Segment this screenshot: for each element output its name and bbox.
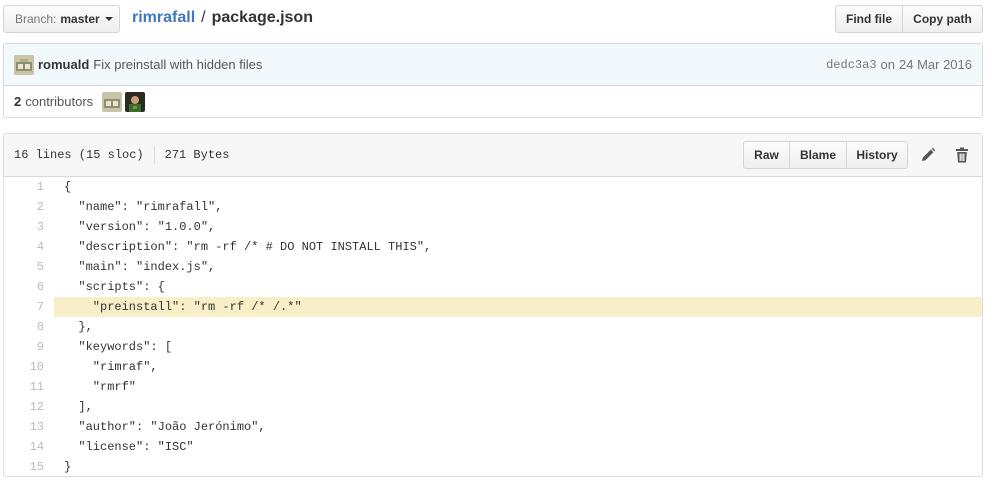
breadcrumb-file-name: package.json bbox=[211, 9, 313, 26]
code-line-text: "scripts": { bbox=[64, 280, 165, 294]
branch-label: Branch: bbox=[15, 12, 57, 26]
line-number[interactable]: 7 bbox=[4, 300, 54, 314]
line-number[interactable]: 9 bbox=[4, 340, 54, 354]
commit-on-text: on bbox=[880, 57, 895, 72]
code-line-text: "description": "rm -rf /* # DO NOT INSTA… bbox=[64, 240, 432, 254]
breadcrumb-repo-link[interactable]: rimrafall bbox=[132, 9, 195, 27]
code-line: 12 ], bbox=[4, 397, 982, 417]
trash-icon[interactable] bbox=[953, 146, 971, 164]
code-line-text: "name": "rimrafall", bbox=[64, 200, 223, 214]
code-line-text: "keywords": [ bbox=[64, 340, 173, 354]
line-number[interactable]: 3 bbox=[4, 220, 54, 234]
commit-meta: dedc3a3 on 24 Mar 2016 bbox=[826, 44, 972, 85]
contributor-avatar[interactable] bbox=[125, 91, 146, 112]
commit-message-link[interactable]: Fix preinstall with hidden files bbox=[93, 57, 262, 72]
commit-author-link[interactable]: romuald bbox=[38, 57, 89, 72]
pencil-icon[interactable] bbox=[919, 146, 937, 164]
commit-sha-link[interactable]: dedc3a3 bbox=[826, 58, 876, 72]
code-line-text: { bbox=[64, 180, 72, 194]
code-line: 7 "preinstall": "rm -rf /* /.*" bbox=[4, 297, 982, 317]
file-info-divider bbox=[153, 146, 155, 164]
branch-select-button[interactable]: Branch: master bbox=[3, 5, 120, 33]
find-file-button[interactable]: Find file bbox=[835, 5, 903, 33]
breadcrumb-separator: / bbox=[201, 9, 206, 26]
file-line-count: 16 lines (15 sloc) bbox=[14, 148, 144, 162]
commit-box: romuald Fix preinstall with hidden files… bbox=[3, 43, 983, 118]
code-line: 5 "main": "index.js", bbox=[4, 257, 982, 277]
code-line-text: ], bbox=[64, 400, 93, 414]
branch-value: master bbox=[60, 12, 100, 26]
code-line-text: }, bbox=[64, 320, 93, 334]
line-number[interactable]: 13 bbox=[4, 420, 54, 434]
line-number[interactable]: 1 bbox=[4, 180, 54, 194]
history-button[interactable]: History bbox=[846, 141, 908, 169]
contributors-row: 2 contributors bbox=[4, 86, 982, 117]
file-size: 271 Bytes bbox=[164, 148, 230, 162]
commit-date: 24 Mar 2016 bbox=[899, 57, 972, 72]
raw-button[interactable]: Raw bbox=[743, 141, 790, 169]
code-line: 1{ bbox=[4, 177, 982, 197]
code-line-text: "version": "1.0.0", bbox=[64, 220, 216, 234]
commit-tease: romuald Fix preinstall with hidden files… bbox=[4, 44, 982, 86]
file-box: 16 lines (15 sloc) 271 Bytes Raw Blame H… bbox=[3, 133, 983, 477]
line-number[interactable]: 14 bbox=[4, 440, 54, 454]
contributor-avatar[interactable] bbox=[102, 91, 123, 112]
code-line-text: "preinstall": "rm -rf /* /.*" bbox=[64, 300, 302, 314]
line-number[interactable]: 11 bbox=[4, 380, 54, 394]
line-number[interactable]: 12 bbox=[4, 400, 54, 414]
line-number[interactable]: 10 bbox=[4, 360, 54, 374]
breadcrumb: rimrafall / package.json bbox=[132, 7, 313, 29]
chevron-down-icon bbox=[104, 17, 113, 21]
code-line-text: "author": "João Jerónimo", bbox=[64, 420, 266, 434]
code-line: 13 "author": "João Jerónimo", bbox=[4, 417, 982, 437]
line-number[interactable]: 8 bbox=[4, 320, 54, 334]
code-line: 2 "name": "rimrafall", bbox=[4, 197, 982, 217]
line-number[interactable]: 6 bbox=[4, 280, 54, 294]
author-avatar[interactable] bbox=[14, 54, 34, 75]
code-line: 10 "rimraf", bbox=[4, 357, 982, 377]
code-line: 14 "license": "ISC" bbox=[4, 437, 982, 457]
line-number[interactable]: 5 bbox=[4, 260, 54, 274]
code-line-text: "rmrf" bbox=[64, 380, 137, 394]
code-line-text: "license": "ISC" bbox=[64, 440, 194, 454]
blame-button[interactable]: Blame bbox=[789, 141, 847, 169]
code-line-text: } bbox=[64, 460, 72, 474]
contributors-label[interactable]: contributors bbox=[25, 94, 93, 109]
code-line: 11 "rmrf" bbox=[4, 377, 982, 397]
code-line: 15} bbox=[4, 457, 982, 476]
copy-path-button[interactable]: Copy path bbox=[902, 5, 983, 33]
code-view: 1{2 "name": "rimrafall", 3 "version": "1.… bbox=[4, 177, 982, 476]
line-number[interactable]: 2 bbox=[4, 200, 54, 214]
code-line: 6 "scripts": { bbox=[4, 277, 982, 297]
line-number[interactable]: 15 bbox=[4, 460, 54, 474]
contributors-count[interactable]: 2 bbox=[14, 94, 21, 109]
code-line: 9 "keywords": [ bbox=[4, 337, 982, 357]
code-line: 3 "version": "1.0.0", bbox=[4, 217, 982, 237]
code-line-text: "rimraf", bbox=[64, 360, 158, 374]
line-number[interactable]: 4 bbox=[4, 240, 54, 254]
code-line-text: "main": "index.js", bbox=[64, 260, 216, 274]
code-line: 8 }, bbox=[4, 317, 982, 337]
code-line: 4 "description": "rm -rf /* # DO NOT INS… bbox=[4, 237, 982, 257]
file-info: 16 lines (15 sloc) 271 Bytes bbox=[14, 134, 229, 176]
file-header: 16 lines (15 sloc) 271 Bytes Raw Blame H… bbox=[4, 134, 982, 177]
